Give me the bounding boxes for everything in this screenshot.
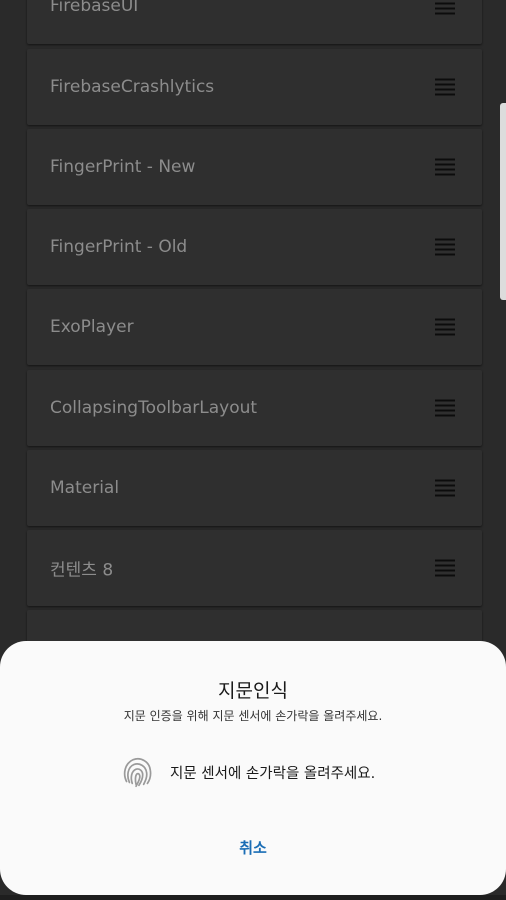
list-item-label: FingerPrint - New	[50, 157, 196, 177]
list-item[interactable]: FirebaseCrashlytics	[27, 49, 482, 125]
dialog-subtitle: 지문 인증을 위해 지문 센서에 손가락을 올려주세요.	[123, 709, 383, 723]
list-item[interactable]: Material	[27, 450, 482, 526]
list-item-label: FingerPrint - Old	[50, 237, 188, 257]
list-item[interactable]: ExoPlayer	[27, 289, 482, 365]
fingerprint-prompt: 지문 센서에 손가락을 올려주세요.	[118, 752, 375, 792]
drag-handle-icon[interactable]	[435, 399, 455, 417]
drag-handle-icon[interactable]	[435, 238, 455, 256]
drag-handle-icon[interactable]	[435, 559, 455, 577]
list-item-label: CollapsingToolbarLayout	[50, 398, 258, 418]
list-item[interactable]: FirebaseUI	[27, 0, 482, 44]
scrollbar[interactable]	[500, 103, 506, 300]
list-item-label: Material	[50, 478, 120, 498]
drag-handle-icon[interactable]	[435, 158, 455, 176]
list-item[interactable]: 컨텐츠 8	[27, 530, 482, 606]
list-item-label: FirebaseCrashlytics	[50, 77, 215, 97]
list-item-label: ExoPlayer	[50, 317, 134, 337]
nav-bar-strip	[0, 895, 506, 900]
dialog-title: 지문인식	[218, 680, 288, 702]
drag-handle-icon[interactable]	[435, 479, 455, 497]
drag-handle-icon[interactable]	[435, 318, 455, 336]
list-item-label: FirebaseUI	[50, 0, 139, 16]
drag-handle-icon[interactable]	[435, 0, 455, 15]
drag-handle-icon[interactable]	[435, 78, 455, 96]
fingerprint-prompt-text: 지문 센서에 손가락을 올려주세요.	[170, 765, 376, 782]
fingerprint-icon	[123, 758, 152, 788]
list-item-label: 컨텐츠 8	[50, 560, 114, 581]
list-item[interactable]: FingerPrint - New	[27, 129, 482, 205]
cancel-button[interactable]: 취소	[223, 834, 283, 862]
list-item[interactable]: FingerPrint - Old	[27, 209, 482, 285]
list-item[interactable]: CollapsingToolbarLayout	[27, 370, 482, 446]
